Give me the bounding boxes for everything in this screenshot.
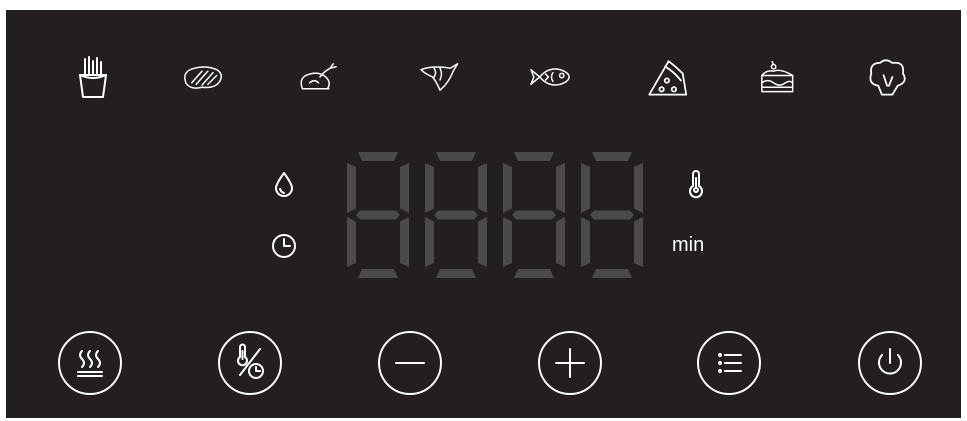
fries-icon[interactable]: [63, 50, 123, 104]
segment-e: [425, 217, 434, 267]
humidity-drop-icon: [270, 170, 298, 198]
fish-icon[interactable]: [520, 50, 580, 104]
segment-a: [436, 152, 476, 161]
segment-d: [436, 269, 476, 278]
power-icon: [878, 348, 902, 375]
seven-segment-display: [347, 152, 643, 278]
segment-c: [400, 217, 409, 267]
cake-icon[interactable]: [748, 50, 808, 104]
segment-f: [347, 163, 356, 213]
plus-button[interactable]: [538, 331, 602, 395]
segment-d: [592, 269, 632, 278]
segment-a: [358, 152, 398, 161]
segment-f: [581, 163, 590, 213]
digit-3: [503, 152, 565, 278]
segment-e: [503, 217, 512, 267]
segment-f: [503, 163, 512, 213]
temp-time-toggle-button[interactable]: [218, 331, 282, 395]
menu-button[interactable]: [697, 331, 761, 395]
segment-b: [400, 163, 409, 213]
segment-g: [434, 210, 478, 220]
chicken-icon[interactable]: [290, 50, 350, 104]
timer-clock-icon: [270, 232, 298, 260]
digit-4: [581, 152, 643, 278]
segment-b: [556, 163, 565, 213]
segment-b: [478, 163, 487, 213]
temperature-thermometer-icon: [682, 170, 710, 199]
pizza-icon[interactable]: [636, 50, 696, 104]
segment-f: [425, 163, 434, 213]
minus-button[interactable]: [378, 331, 442, 395]
segment-d: [514, 269, 554, 278]
unit-label: min: [672, 234, 705, 256]
heat-button[interactable]: [58, 331, 122, 395]
shrimp-icon[interactable]: [410, 50, 470, 104]
segment-e: [347, 217, 356, 267]
segment-g: [590, 210, 634, 220]
vegetable-icon[interactable]: [858, 50, 918, 104]
control-panel: min: [6, 10, 961, 418]
plus-icon: [555, 348, 585, 378]
segment-g: [512, 210, 556, 220]
steak-icon[interactable]: [172, 50, 232, 104]
segment-e: [581, 217, 590, 267]
heat-waves-icon: [77, 350, 103, 377]
segment-c: [634, 217, 643, 267]
segment-c: [478, 217, 487, 267]
minus-icon: [395, 362, 425, 364]
segment-g: [356, 210, 400, 220]
power-button[interactable]: [858, 331, 922, 395]
digit-2: [425, 152, 487, 278]
list-menu-icon: [718, 353, 742, 373]
segment-a: [514, 152, 554, 161]
segment-b: [634, 163, 643, 213]
segment-d: [358, 269, 398, 278]
digit-1: [347, 152, 409, 278]
segment-a: [592, 152, 632, 161]
segment-c: [556, 217, 565, 267]
thermometer-clock-icon: [237, 343, 264, 379]
